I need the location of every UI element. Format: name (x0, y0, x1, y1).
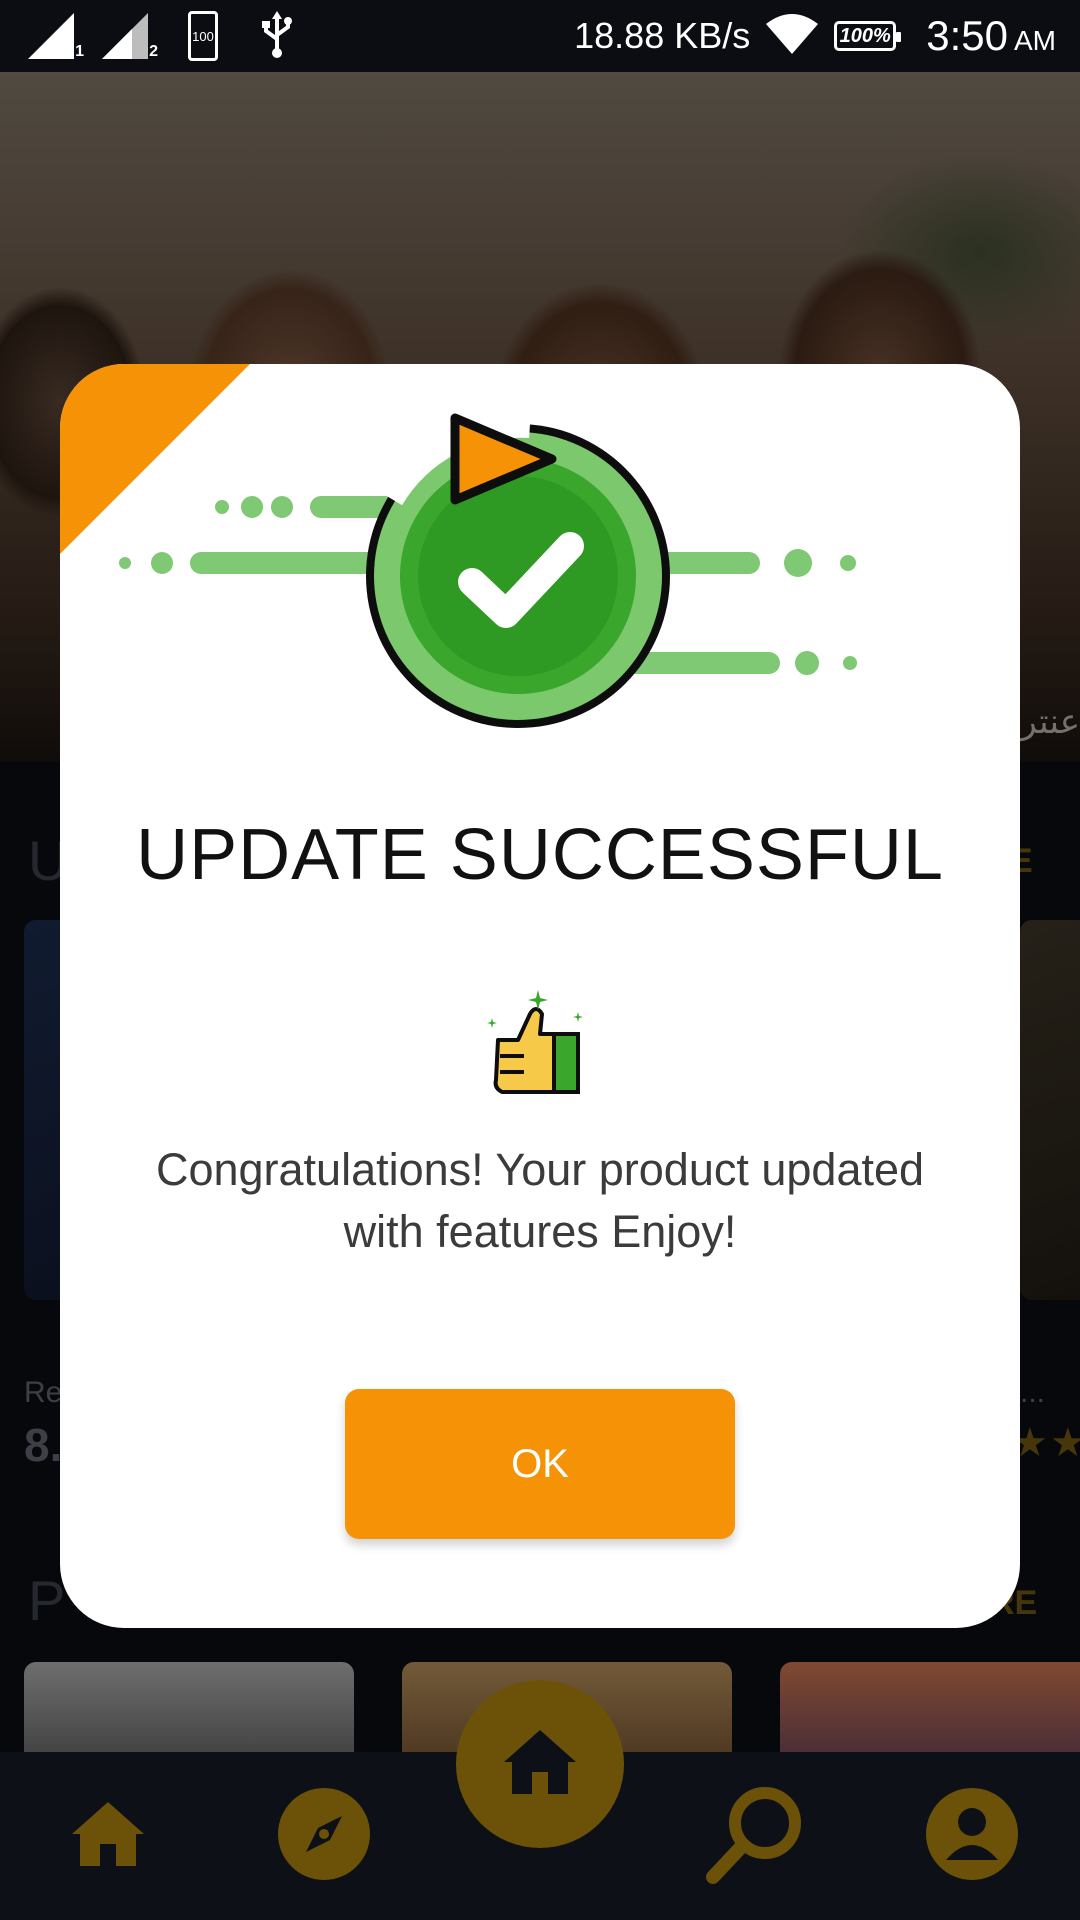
status-right: 18.88 KB/s 100% 3:50 AM (574, 0, 1056, 72)
clock-ampm: AM (1014, 25, 1056, 56)
sim1-label: 1 (75, 43, 84, 60)
signal-sim2-icon: 2 (102, 13, 158, 60)
nav-home[interactable] (60, 1788, 156, 1884)
profile-icon (924, 1786, 1020, 1887)
clock-time: 3:50 (926, 12, 1008, 59)
search-icon (703, 1781, 809, 1892)
update-success-illustration (119, 409, 857, 728)
update-dialog: UPDATE SUCCESSFUL Congratulations! Your … (60, 364, 1020, 1628)
nav-profile[interactable] (924, 1786, 1020, 1887)
battery-percent: 100% (839, 24, 891, 47)
status-bar: 1 2 100 18.88 KB/s 100% 3:50 AM (0, 0, 1080, 72)
nav-search[interactable] (706, 1786, 804, 1884)
signal-sim1-icon: 1 (28, 13, 84, 60)
battery-saver-label: 100 (192, 28, 214, 44)
thumbs-up-icon (487, 990, 583, 1094)
network-speed: 18.88 KB/s (574, 15, 751, 56)
battery-icon: 100% (834, 21, 902, 51)
nav-center-home[interactable] (456, 1680, 624, 1848)
sim2-label: 2 (149, 43, 158, 60)
status-left: 1 2 100 (28, 10, 294, 62)
wifi-icon (766, 13, 819, 59)
ok-button[interactable]: OK (345, 1389, 735, 1539)
usb-icon (260, 9, 294, 64)
nav-discover[interactable] (276, 1786, 372, 1887)
compass-icon (276, 1786, 372, 1887)
dialog-title: UPDATE SUCCESSFUL (136, 815, 944, 895)
battery-saver-icon: 100 (188, 11, 218, 61)
dialog-message: Congratulations! Your product updated wi… (155, 1144, 925, 1257)
clock: 3:50 AM (926, 12, 1056, 60)
home-icon (500, 1726, 580, 1803)
home-icon (68, 1798, 148, 1875)
